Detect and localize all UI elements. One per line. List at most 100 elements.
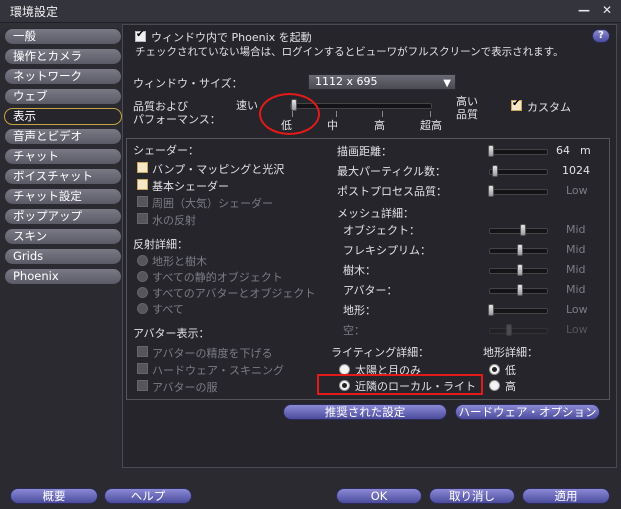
mesh-terrain-slider[interactable] [489, 308, 548, 314]
shaders-header: シェーダー： [133, 144, 199, 157]
quality-high-label-2: 品質 [456, 108, 478, 121]
atmospheric-shaders-label: 周囲（大気）シェーダー [152, 197, 273, 210]
water-reflections-label: 水の反射 [152, 214, 196, 227]
terrain-high-label: 高 [505, 380, 516, 393]
mesh-objects-thumb[interactable] [520, 224, 526, 236]
mesh-sky-slider[interactable] [489, 328, 548, 334]
draw-distance-label: 描画距離： [337, 145, 392, 158]
terrain-low-radio[interactable] [489, 364, 500, 375]
reflection-all-label: すべて [152, 303, 184, 316]
mesh-detail-header: メッシュ詳細： [337, 207, 414, 220]
draw-distance-value: 64 [556, 144, 570, 157]
close-icon[interactable]: ✕ [602, 3, 612, 17]
postprocess-value: Low [566, 184, 588, 197]
water-reflections-checkbox[interactable] [137, 213, 148, 224]
apply-button[interactable]: 適用 [522, 488, 610, 504]
draw-distance-unit: m [580, 144, 591, 157]
window-size-value: 1112 x 695 [315, 75, 378, 88]
mesh-trees-thumb[interactable] [517, 264, 523, 276]
avatar-impostors-label: アバターの精度を下げる [152, 347, 273, 360]
sidebar-item-audio-video[interactable]: 音声とビデオ [4, 128, 122, 145]
bump-mapping-label: バンプ・マッピングと光沢 [152, 163, 285, 176]
annotation-ellipse [259, 93, 320, 135]
custom-label: カスタム [527, 101, 571, 114]
mesh-avatars-label: アバター： [343, 284, 398, 297]
about-button[interactable]: 概要 [10, 488, 98, 504]
max-particles-thumb[interactable] [492, 165, 498, 177]
quality-level-ultra: 超高 [420, 119, 442, 132]
atmospheric-shaders-checkbox[interactable] [137, 196, 148, 207]
windowed-checkbox[interactable] [135, 29, 146, 42]
custom-checkbox[interactable] [511, 98, 522, 111]
reflection-terrain-radio[interactable] [137, 255, 148, 266]
avatar-cloth-checkbox[interactable] [137, 380, 148, 391]
sidebar-item-general[interactable]: 一般 [4, 28, 122, 45]
fullscreen-note: チェックされていない場合は、ログインするとビューワがフルスクリーンで表示されます… [135, 46, 564, 58]
mesh-objects-label: オブジェクト： [343, 224, 420, 237]
sidebar-item-phoenix[interactable]: Phoenix [4, 268, 122, 285]
mesh-avatars-thumb[interactable] [517, 284, 523, 296]
reflection-static-radio[interactable] [137, 271, 148, 282]
windowed-label: ウィンドウ内で Phoenix を起動 [151, 31, 312, 44]
terrain-high-radio[interactable] [489, 380, 500, 391]
postprocess-thumb[interactable] [488, 185, 494, 197]
mesh-terrain-label: 地形： [343, 304, 376, 317]
postprocess-slider[interactable] [489, 189, 548, 195]
mesh-flexi-thumb[interactable] [517, 244, 523, 256]
help-button[interactable]: ? [592, 29, 610, 43]
sidebar-item-popups[interactable]: ポップアップ [4, 208, 122, 225]
mesh-sky-value: Low [566, 323, 588, 336]
sidebar-item-web[interactable]: ウェブ [4, 88, 122, 105]
bump-mapping-checkbox[interactable] [137, 162, 148, 173]
postprocess-label: ポストプロセス品質： [337, 185, 447, 198]
sidebar-item-grids[interactable]: Grids [4, 248, 122, 265]
recommended-settings-button[interactable]: 推奨された設定 [283, 404, 447, 420]
terrain-detail-header: 地形詳細： [483, 346, 538, 359]
hardware-skinning-label: ハードウェア・スキニング [152, 364, 284, 377]
sidebar-item-skins[interactable]: スキン [4, 228, 122, 245]
window-size-dropdown[interactable]: 1112 x 695 ▼ [308, 74, 456, 90]
reflection-static-label: すべての静的オブジェクト [152, 271, 283, 284]
sidebar-item-input-camera[interactable]: 操作とカメラ [4, 48, 122, 65]
reflection-terrain-label: 地形と樹木 [152, 255, 207, 268]
annotation-rectangle [317, 374, 483, 395]
sidebar-item-voice-chat[interactable]: ボイスチャット [4, 168, 122, 185]
mesh-flexi-value: Mid [566, 243, 586, 256]
max-particles-label: 最大パーティクル数： [337, 165, 447, 178]
sidebar-item-chat[interactable]: チャット [4, 148, 122, 165]
mesh-sky-thumb[interactable] [506, 324, 512, 336]
mesh-trees-value: Mid [566, 263, 586, 276]
quality-level-high: 高 [374, 119, 385, 132]
basic-shaders-checkbox[interactable] [137, 179, 148, 190]
help-footer-button[interactable]: ヘルプ [104, 488, 192, 504]
cancel-button[interactable]: 取り消し [429, 488, 515, 504]
avatar-impostors-checkbox[interactable] [137, 346, 148, 357]
lighting-header: ライティング詳細： [331, 346, 430, 359]
hardware-options-button[interactable]: ハードウェア・オプション [455, 404, 600, 420]
hardware-skinning-checkbox[interactable] [137, 363, 148, 374]
mesh-terrain-thumb[interactable] [488, 304, 494, 316]
quality-fast-label: 速い [236, 99, 258, 112]
minimize-icon[interactable]: — [578, 3, 590, 17]
chevron-down-icon: ▼ [443, 78, 451, 89]
mesh-objects-value: Mid [566, 223, 586, 236]
reflection-avatars-label: すべてのアバターとオブジェクト [152, 287, 316, 300]
reflection-avatars-radio[interactable] [137, 287, 148, 298]
reflection-all-radio[interactable] [137, 303, 148, 314]
title-bar[interactable]: 環境設定 — ✕ [0, 0, 621, 23]
preferences-window: 環境設定 — ✕ 一般 操作とカメラ ネットワーク ウェブ 表示 音声とビデオ … [0, 0, 621, 509]
mesh-trees-label: 樹木： [343, 264, 376, 277]
mesh-objects-slider[interactable] [489, 228, 548, 234]
avatar-cloth-label: アバターの服 [152, 381, 218, 394]
sidebar-item-network[interactable]: ネットワーク [4, 68, 122, 85]
mesh-terrain-value: Low [566, 303, 588, 316]
terrain-low-label: 低 [505, 364, 516, 377]
ok-button[interactable]: OK [336, 488, 422, 504]
reflection-header: 反射詳細： [133, 238, 188, 251]
quality-level-mid: 中 [327, 119, 338, 132]
draw-distance-slider[interactable] [489, 149, 548, 155]
sidebar-item-display[interactable]: 表示 [4, 108, 122, 125]
draw-distance-thumb[interactable] [488, 145, 494, 157]
sidebar-item-chat-settings[interactable]: チャット設定 [4, 188, 122, 205]
window-size-label: ウィンドウ・サイズ： [133, 77, 243, 90]
